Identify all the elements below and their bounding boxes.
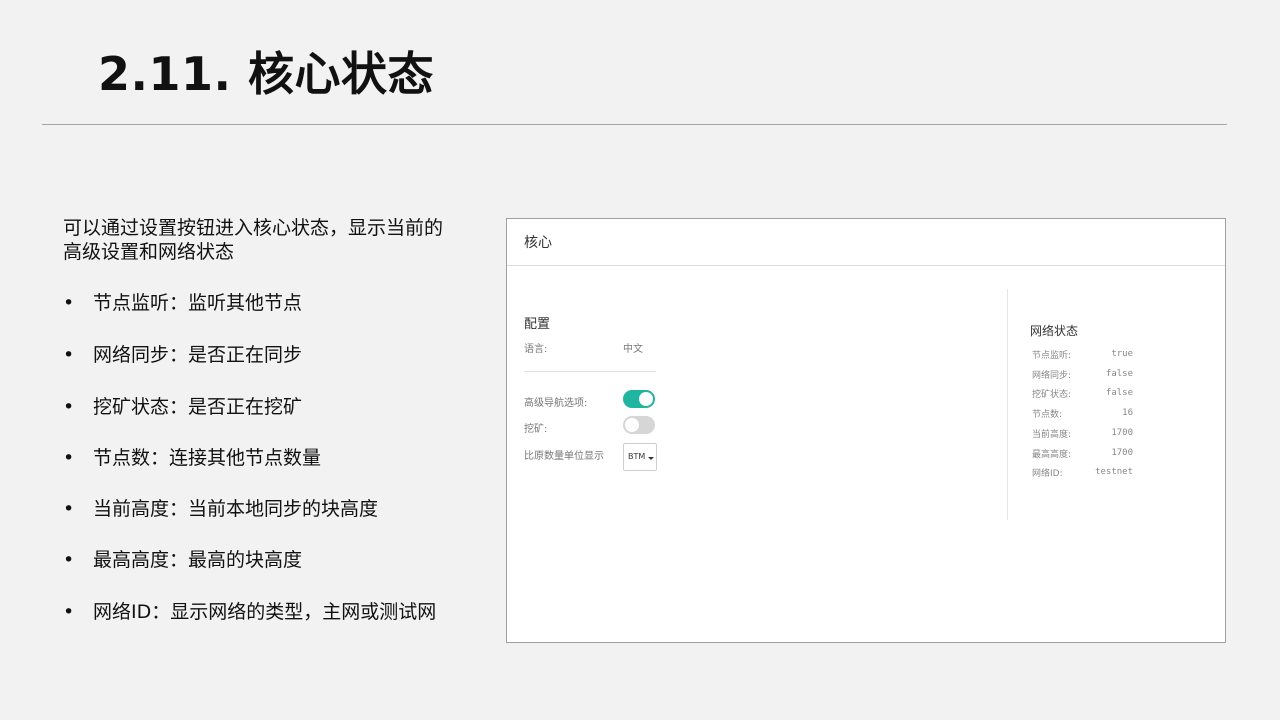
language-value[interactable]: 中文 xyxy=(623,340,643,355)
bullet-icon: • xyxy=(63,344,75,366)
bullet-text: 最高高度：最高的块高度 xyxy=(93,549,303,571)
bullet-icon: • xyxy=(63,447,75,469)
advanced-nav-label: 高级导航选项: xyxy=(524,398,588,409)
net-value-node-listening: true xyxy=(1111,349,1133,359)
net-label-node-listening: 节点监听: xyxy=(1032,351,1072,361)
panel-header: 核心 xyxy=(507,219,1225,266)
config-divider xyxy=(524,371,656,372)
chevron-down-icon xyxy=(648,457,654,460)
network-section-title: 网络状态 xyxy=(1030,324,1079,338)
bullet-icon: • xyxy=(63,549,75,571)
net-label-node-count: 节点数: xyxy=(1032,410,1063,420)
net-value-highest-height: 1700 xyxy=(1111,448,1133,458)
config-section-title: 配置 xyxy=(524,317,551,332)
bullet-icon: • xyxy=(63,396,75,418)
net-value-current-height: 1700 xyxy=(1111,428,1133,438)
toggle-knob xyxy=(639,392,653,406)
net-value-network-id: testnet xyxy=(1095,467,1133,477)
intro-text: 可以通过设置按钮进入核心状态，显示当前的高级设置和网络状态 xyxy=(63,217,444,263)
net-value-mining-status: false xyxy=(1105,388,1133,398)
bullet-icon: • xyxy=(63,498,75,520)
language-label: 语言: xyxy=(524,344,548,355)
advanced-nav-toggle[interactable] xyxy=(623,390,655,408)
net-label-network-id: 网络ID: xyxy=(1032,469,1063,479)
slide-title: 2.11. 核心状态 xyxy=(98,47,434,101)
bullet-icon: • xyxy=(63,601,75,623)
mining-toggle[interactable] xyxy=(623,416,655,434)
title-divider xyxy=(42,124,1227,125)
mining-label: 挖矿: xyxy=(524,424,548,435)
toggle-knob xyxy=(625,418,639,432)
net-value-node-count: 16 xyxy=(1122,408,1133,418)
bullet-text: 节点监听：监听其他节点 xyxy=(93,292,303,314)
bullet-text: 挖矿状态：是否正在挖矿 xyxy=(93,396,303,418)
net-label-network-sync: 网络同步: xyxy=(1032,371,1072,381)
unit-display-label: 比原数量单位显示 xyxy=(524,451,604,462)
panel-title: 核心 xyxy=(524,235,552,251)
column-divider xyxy=(1007,289,1008,520)
net-label-current-height: 当前高度: xyxy=(1032,430,1072,440)
bullet-text: 当前高度：当前本地同步的块高度 xyxy=(93,498,379,520)
net-label-highest-height: 最高高度: xyxy=(1032,450,1072,460)
unit-select-value: BTM xyxy=(628,452,646,461)
net-value-network-sync: false xyxy=(1105,369,1133,379)
bullet-text: 网络同步：是否正在同步 xyxy=(93,344,303,366)
bullet-text: 节点数：连接其他节点数量 xyxy=(93,447,322,469)
bullet-icon: • xyxy=(63,292,75,314)
bullet-text: 网络ID：显示网络的类型，主网或测试网 xyxy=(93,601,437,623)
unit-select[interactable]: BTM xyxy=(623,443,657,471)
net-label-mining-status: 挖矿状态: xyxy=(1032,390,1072,400)
core-status-screenshot: 核心 配置 语言: 中文 高级导航选项: 挖矿: 比原数量单位显示 BTM 网络… xyxy=(506,218,1226,643)
